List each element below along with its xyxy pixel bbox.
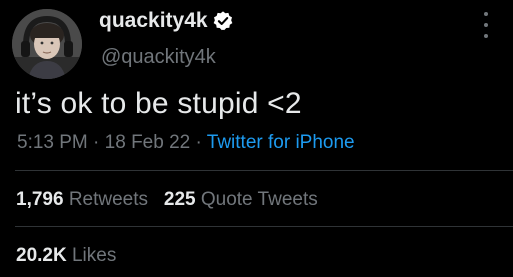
more-dot [484,12,488,16]
meta-separator: · [93,132,100,153]
more-dot [484,34,488,38]
author-name[interactable]: quackity4k [99,9,234,33]
tweet-meta: 5:13 PM · 18 Feb 22 · Twitter for iPhone [17,132,355,154]
quote-tweets-stat[interactable]: 225 Quote Tweets [164,189,318,210]
tweet-time[interactable]: 5:13 PM [17,132,88,153]
divider [15,226,513,227]
likes-count: 20.2K [16,245,67,266]
tweet-text: it’s ok to be stupid <2 [15,87,302,120]
retweets-stat[interactable]: 1,796 Retweets [16,189,148,210]
author-handle[interactable]: @quackity4k [101,46,216,69]
tweet-source-link[interactable]: Twitter for iPhone [207,132,355,153]
more-options-icon[interactable] [481,12,491,38]
avatar-photo [12,9,82,79]
meta-separator: · [195,132,202,153]
more-dot [484,23,488,27]
retweets-label: Retweets [68,189,149,210]
quote-tweets-label: Quote Tweets [200,189,318,210]
tweet-card: quackity4k @quackity4k it’s ok to be stu… [0,0,513,277]
divider [15,170,513,171]
avatar[interactable] [12,9,82,79]
author-name-text: quackity4k [99,9,208,32]
likes-stat[interactable]: 20.2K Likes [16,245,116,266]
verified-badge-icon [212,10,234,32]
quote-tweets-count: 225 [163,189,196,210]
tweet-date[interactable]: 18 Feb 22 [105,132,191,153]
likes-label: Likes [71,245,117,266]
retweets-count: 1,796 [16,189,64,210]
likes-stats: 20.2K Likes [16,245,116,267]
retweet-stats: 1,796 Retweets 225 Quote Tweets [16,189,318,211]
